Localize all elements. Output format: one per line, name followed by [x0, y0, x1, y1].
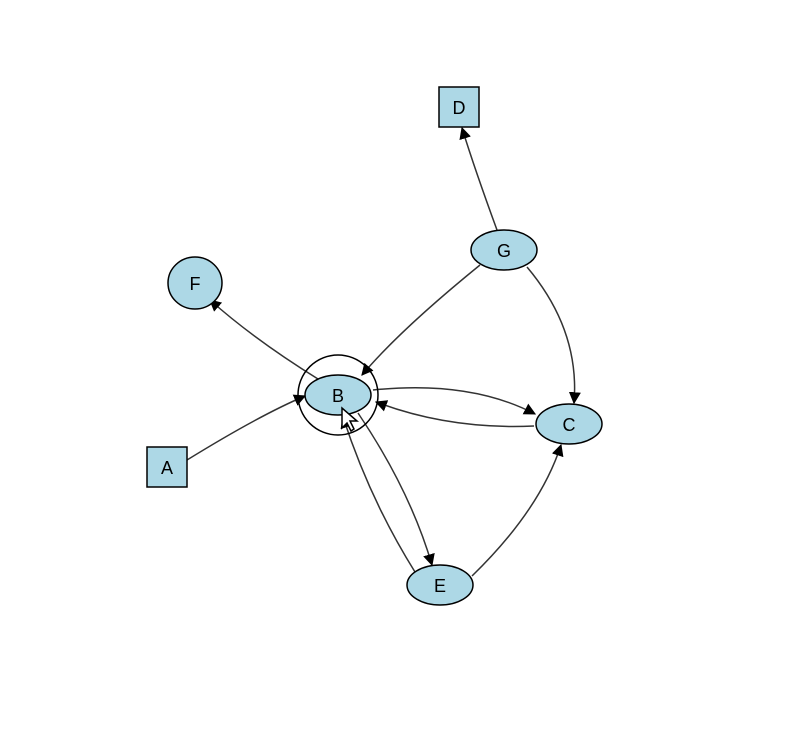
node-label-e: E [434, 576, 446, 596]
edge-e-c[interactable] [472, 445, 561, 576]
graph-canvas[interactable]: A D B C E F G [0, 0, 794, 734]
node-a[interactable]: A [147, 447, 187, 487]
node-label-a: A [161, 458, 173, 478]
node-label-c: C [563, 415, 576, 435]
edge-g-b[interactable] [362, 265, 480, 375]
node-label-b: B [332, 386, 344, 406]
node-label-f: F [190, 274, 201, 294]
node-c[interactable]: C [536, 404, 602, 444]
node-label-d: D [453, 98, 466, 118]
edge-a-b[interactable] [187, 396, 305, 460]
edge-c-b[interactable] [376, 402, 534, 427]
edge-b-e[interactable] [358, 413, 432, 565]
edge-g-d[interactable] [462, 128, 497, 230]
edge-b-f[interactable] [210, 300, 318, 379]
node-b[interactable]: B [305, 375, 371, 415]
node-d[interactable]: D [439, 87, 479, 127]
node-e[interactable]: E [407, 565, 473, 605]
edge-g-c[interactable] [527, 267, 575, 403]
node-label-g: G [497, 241, 511, 261]
node-f[interactable]: F [168, 257, 222, 309]
node-g[interactable]: G [471, 230, 537, 270]
